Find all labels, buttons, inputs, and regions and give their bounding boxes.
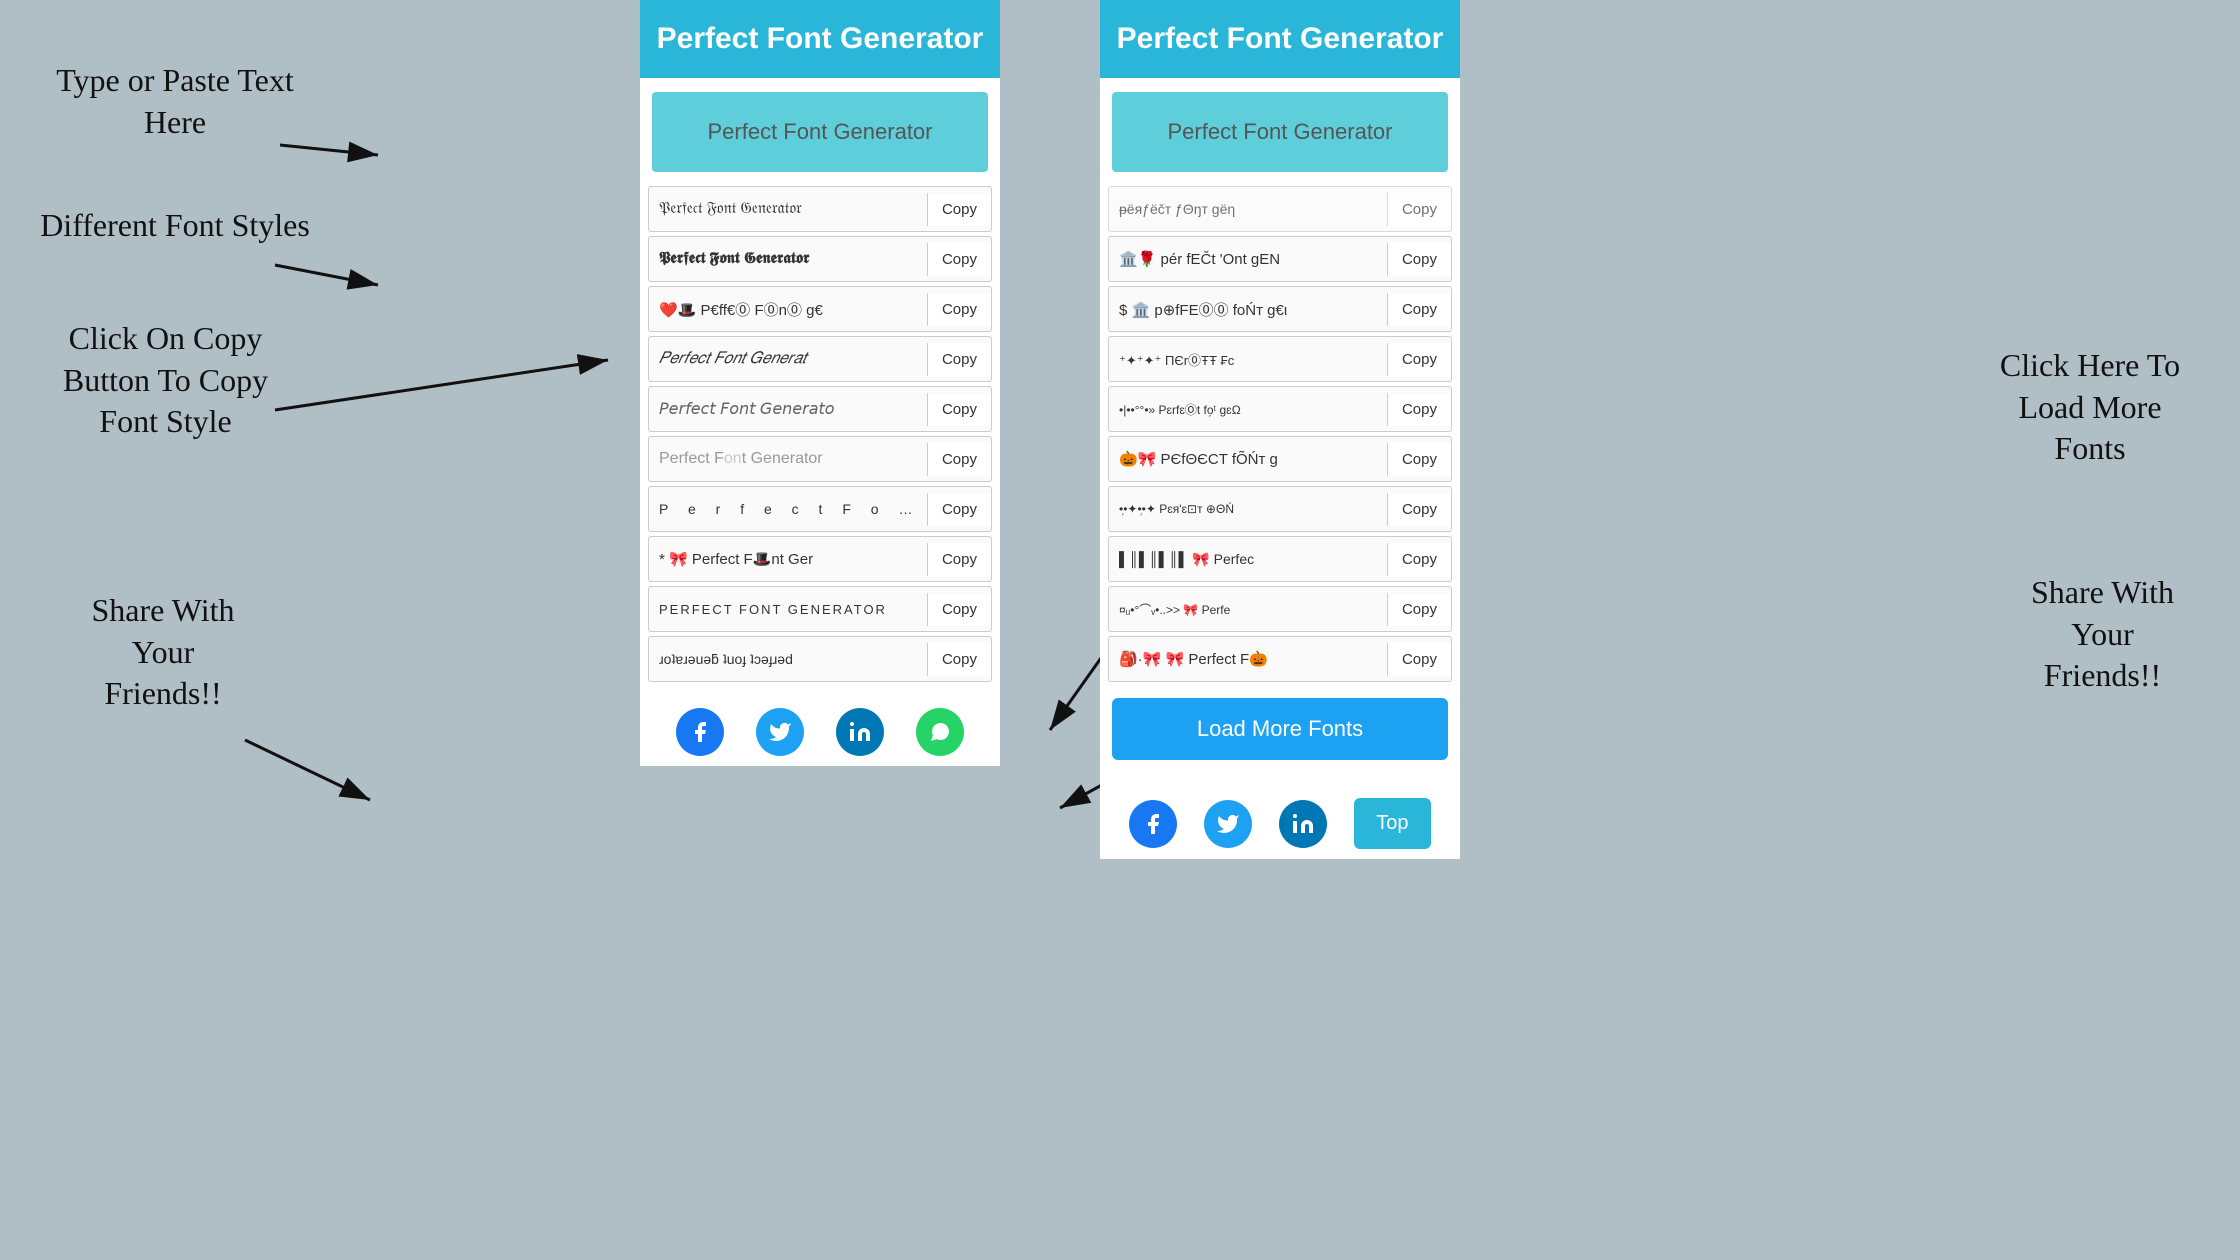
right-copy-btn-6[interactable]: Copy (1387, 493, 1451, 526)
left-social-row (640, 690, 1000, 766)
right-copy-btn-2[interactable]: Copy (1387, 293, 1451, 326)
font-text-1: 𝔓𝔢𝔯𝔣𝔢𝔠𝔱 𝔉𝔬𝔫𝔱 𝔊𝔢𝔫𝔢𝔯𝔞𝔱𝔬𝔯 (649, 194, 927, 224)
left-input-text: Perfect Font Generator (708, 119, 933, 145)
copy-btn-8[interactable]: Copy (927, 543, 991, 576)
right-input-text: Perfect Font Generator (1168, 119, 1393, 145)
right-font-text-4: •|••°°•» PɛrfɛⓄt fo᷊ᵗ gɛΩ (1109, 395, 1387, 424)
left-panel-title: Perfect Font Generator (656, 22, 984, 56)
twitter-btn-right[interactable] (1204, 800, 1252, 848)
right-copy-btn-1[interactable]: Copy (1387, 243, 1451, 276)
right-font-text-1: 🏛️🌹 pér fEČt 'Ont gEN (1109, 244, 1387, 274)
right-font-row-3: ⁺✦⁺✦⁺ ΠЄr⓪ŦŦ ₣c Copy (1108, 336, 1452, 382)
annotation-copy: Click On CopyButton To CopyFont Style (18, 318, 313, 443)
right-copy-btn-4[interactable]: Copy (1387, 393, 1451, 426)
font-row-6: Perfect Font Generator Copy (648, 436, 992, 482)
right-font-row-9: 🎒·🎀 🎀 Perfect F🎃 Copy (1108, 636, 1452, 682)
right-panel-title: Perfect Font Generator (1116, 22, 1444, 56)
right-font-text-5: 🎃🎀 PЄfΘЄCT fÕŃт g (1109, 444, 1387, 474)
font-text-6: Perfect Font Generator (649, 444, 927, 474)
font-row-5: 𝘗𝘦𝘳𝘧𝘦𝘤𝘵 𝘍𝘰𝘯𝘵 𝘎𝘦𝘯𝘦𝘳𝘢𝘵𝘰 Copy (648, 386, 992, 432)
left-panel: Perfect Font Generator Perfect Font Gene… (640, 0, 1000, 766)
left-font-list: 𝔓𝔢𝔯𝔣𝔢𝔠𝔱 𝔉𝔬𝔫𝔱 𝔊𝔢𝔫𝔢𝔯𝔞𝔱𝔬𝔯 Copy 𝕻𝖊𝖗𝖋𝖊𝖈𝖙 𝕱𝖔𝖓𝖙… (640, 186, 1000, 682)
linkedin-btn-left[interactable] (836, 708, 884, 756)
font-text-5: 𝘗𝘦𝘳𝘧𝘦𝘤𝘵 𝘍𝘰𝘯𝘵 𝘎𝘦𝘯𝘦𝘳𝘢𝘵𝘰 (649, 393, 927, 425)
right-font-text-8: ¤ᵤ•°⌒ᵥ•..>> 🎀 Perfe (1109, 595, 1387, 624)
right-copy-btn-5[interactable]: Copy (1387, 443, 1451, 476)
right-copy-btn-8[interactable]: Copy (1387, 593, 1451, 626)
copy-btn-1[interactable]: Copy (927, 193, 991, 226)
facebook-btn-right[interactable] (1129, 800, 1177, 848)
right-copy-btn-0[interactable]: Copy (1387, 193, 1451, 226)
linkedin-btn-right[interactable] (1279, 800, 1327, 848)
copy-btn-7[interactable]: Copy (927, 493, 991, 526)
right-input-area[interactable]: Perfect Font Generator (1112, 92, 1448, 172)
right-panel-header: Perfect Font Generator (1100, 0, 1460, 78)
copy-btn-2[interactable]: Copy (927, 243, 991, 276)
font-row-7: P e r f e c t F o n t Copy (648, 486, 992, 532)
font-row-4: 𝑃𝑒𝑟𝑓𝑒𝑐𝑡 𝐹𝑜𝑛𝑡 𝐺𝑒𝑛𝑒𝑟𝑎𝑡 Copy (648, 336, 992, 382)
copy-btn-5[interactable]: Copy (927, 393, 991, 426)
right-copy-btn-7[interactable]: Copy (1387, 543, 1451, 576)
right-font-row-1: 🏛️🌹 pér fEČt 'Ont gEN Copy (1108, 236, 1452, 282)
right-copy-btn-9[interactable]: Copy (1387, 643, 1451, 676)
right-panel: Perfect Font Generator Perfect Font Gene… (1100, 0, 1460, 859)
right-font-text-7: ▌║▌║▌║▌ 🎀 Perfec (1109, 545, 1387, 574)
font-text-2: 𝕻𝖊𝖗𝖋𝖊𝖈𝖙 𝕱𝖔𝖓𝖙 𝕲𝖊𝖓𝖊𝖗𝖆𝖙𝖔𝖗 (649, 244, 927, 274)
right-font-list: ᵽёяƒёčт ƒΘŋт gёη Copy 🏛️🌹 pér fEČt 'Ont … (1100, 186, 1460, 682)
left-panel-header: Perfect Font Generator (640, 0, 1000, 78)
annotation-styles: Different Font Styles (30, 205, 320, 247)
right-font-text-6: •᷊•✦•᷊•✦ Pɛя'ɛ⊡т ⊕ΘŃ (1109, 496, 1387, 522)
right-font-row-2: $ 🏛️ p⊕fFE⓪⓪ foŃт ɡ€ι Copy (1108, 286, 1452, 332)
right-font-text-9: 🎒·🎀 🎀 Perfect F🎃 (1109, 644, 1387, 674)
right-font-text-0: ᵽёяƒёčт ƒΘŋт gёη (1109, 195, 1387, 223)
right-font-row-8: ¤ᵤ•°⌒ᵥ•..>> 🎀 Perfe Copy (1108, 586, 1452, 632)
facebook-btn-left[interactable] (676, 708, 724, 756)
twitter-btn-left[interactable] (756, 708, 804, 756)
font-text-4: 𝑃𝑒𝑟𝑓𝑒𝑐𝑡 𝐹𝑜𝑛𝑡 𝐺𝑒𝑛𝑒𝑟𝑎𝑡 (649, 344, 927, 374)
annotation-share-left: Share WithYourFriends!! (28, 590, 298, 715)
right-social-row: Top (1100, 780, 1460, 859)
copy-btn-6[interactable]: Copy (927, 443, 991, 476)
font-row-2: 𝕻𝖊𝖗𝖋𝖊𝖈𝖙 𝕱𝖔𝖓𝖙 𝕲𝖊𝖓𝖊𝖗𝖆𝖙𝖔𝖗 Copy (648, 236, 992, 282)
top-button[interactable]: Top (1354, 798, 1430, 849)
font-row-1: 𝔓𝔢𝔯𝔣𝔢𝔠𝔱 𝔉𝔬𝔫𝔱 𝔊𝔢𝔫𝔢𝔯𝔞𝔱𝔬𝔯 Copy (648, 186, 992, 232)
annotation-type: Type or Paste Text Here (30, 60, 320, 143)
copy-btn-4[interactable]: Copy (927, 343, 991, 376)
right-font-text-3: ⁺✦⁺✦⁺ ΠЄr⓪ŦŦ ₣c (1109, 344, 1387, 375)
load-more-button[interactable]: Load More Fonts (1112, 698, 1448, 760)
font-text-7: P e r f e c t F o n t (649, 495, 927, 523)
right-font-row-4: •|••°°•» PɛrfɛⓄt fo᷊ᵗ gɛΩ Copy (1108, 386, 1452, 432)
annotation-share-right: Share WithYourFriends!! (1975, 572, 2230, 697)
font-text-3: ❤️🎩 P€ff€⓪ F⓪n⓪ g€ (649, 293, 927, 326)
right-font-row-0: ᵽёяƒёčт ƒΘŋт gёη Copy (1108, 186, 1452, 232)
annotation-load: Click Here ToLoad MoreFonts (1960, 345, 2220, 470)
right-font-row-7: ▌║▌║▌║▌ 🎀 Perfec Copy (1108, 536, 1452, 582)
copy-btn-3[interactable]: Copy (927, 293, 991, 326)
font-row-8: * 🎀 Perfect F🎩nt Ger Copy (648, 536, 992, 582)
whatsapp-btn-left[interactable] (916, 708, 964, 756)
right-font-row-5: 🎃🎀 PЄfΘЄCT fÕŃт g Copy (1108, 436, 1452, 482)
right-copy-btn-3[interactable]: Copy (1387, 343, 1451, 376)
copy-btn-9[interactable]: Copy (927, 593, 991, 626)
font-row-10: ɹoʇɐɹǝuǝƃ ʇuoɟ ʇɔǝɟɹǝd Copy (648, 636, 992, 682)
font-row-3: ❤️🎩 P€ff€⓪ F⓪n⓪ g€ Copy (648, 286, 992, 332)
font-row-9: PERFECT FONT GENERATOR Copy (648, 586, 992, 632)
font-text-8: * 🎀 Perfect F🎩nt Ger (649, 544, 927, 574)
copy-btn-10[interactable]: Copy (927, 643, 991, 676)
right-font-text-2: $ 🏛️ p⊕fFE⓪⓪ foŃт ɡ€ι (1109, 293, 1387, 326)
font-text-9: PERFECT FONT GENERATOR (649, 596, 927, 623)
left-input-area[interactable]: Perfect Font Generator (652, 92, 988, 172)
font-text-10: ɹoʇɐɹǝuǝƃ ʇuoɟ ʇɔǝɟɹǝd (649, 645, 927, 673)
right-font-row-6: •᷊•✦•᷊•✦ Pɛя'ɛ⊡т ⊕ΘŃ Copy (1108, 486, 1452, 532)
